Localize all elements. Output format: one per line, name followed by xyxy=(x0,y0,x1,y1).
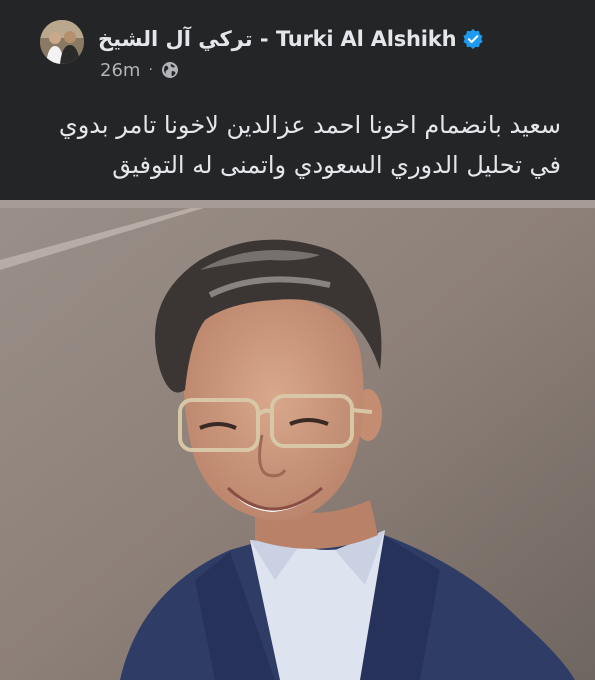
avatar-photo xyxy=(40,20,84,64)
author-name[interactable]: تركي آل الشيخ - Turki Al Alshikh xyxy=(98,27,457,51)
post-text-line: سعيد بانضمام اخونا احمد عزالدين لاخونا ت… xyxy=(58,111,561,139)
facebook-post: تركي آل الشيخ - Turki Al Alshikh 26m · س… xyxy=(0,0,595,680)
post-meta: 26m · xyxy=(100,58,179,82)
author-name-row: تركي آل الشيخ - Turki Al Alshikh xyxy=(98,24,484,54)
post-photo[interactable] xyxy=(0,200,595,680)
verified-badge-icon xyxy=(462,28,484,50)
meta-separator: · xyxy=(148,62,153,78)
post-timestamp[interactable]: 26m xyxy=(100,60,140,81)
globe-icon[interactable] xyxy=(161,61,179,79)
post-text: سعيد بانضمام اخونا احمد عزالدين لاخونا ت… xyxy=(31,105,561,185)
author-avatar[interactable] xyxy=(40,20,84,64)
portrait-image xyxy=(0,200,595,680)
post-header: تركي آل الشيخ - Turki Al Alshikh 26m · xyxy=(0,0,595,92)
post-text-line: في تحليل الدوري السعودي واتمنى له التوفي… xyxy=(112,151,561,179)
